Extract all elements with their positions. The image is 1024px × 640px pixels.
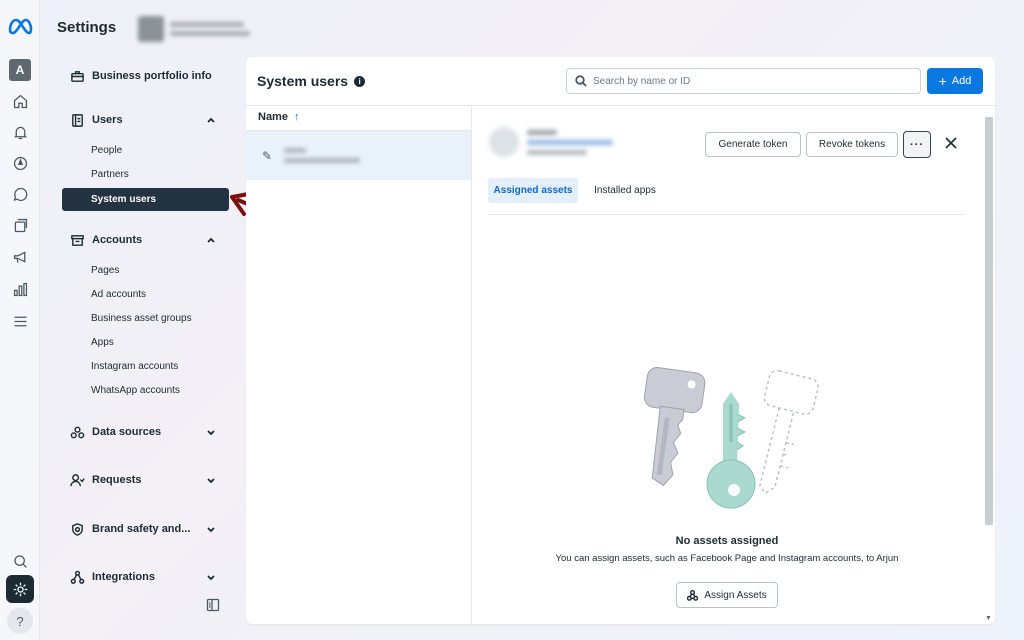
tab-installed-apps[interactable]: Installed apps [586,178,664,203]
nav-label: Data sources [92,426,162,438]
collapse-sidebar-icon[interactable] [206,598,220,612]
business-avatar[interactable]: A [9,59,31,81]
nav-data-sources-section[interactable]: Data sources [62,421,228,443]
scrollbar-thumb[interactable] [985,117,993,525]
compass-icon[interactable] [10,153,30,173]
nav-item-apps[interactable]: Apps [91,337,114,348]
meta-logo-icon[interactable] [7,15,33,37]
briefcase-icon [68,67,86,85]
assign-assets-label: Assign Assets [704,589,767,601]
search-field[interactable] [566,68,921,94]
nav-requests-section[interactable]: Requests [62,469,228,491]
chevron-up-icon [204,233,218,247]
close-icon[interactable] [944,136,958,150]
menu-hamburger-icon[interactable] [10,311,30,331]
nav-item-business-asset-groups[interactable]: Business asset groups [91,313,192,324]
plus-icon: + [938,73,947,89]
nav-label: Users [92,114,123,126]
divider [246,105,995,106]
keys-illustration [643,367,819,509]
search-input[interactable] [593,75,903,87]
empty-state-description: You can assign assets, such as Facebook … [555,553,899,564]
sort-ascending-icon: ↑ [293,111,300,123]
panel-title: System users i [257,73,366,89]
more-options-button[interactable]: ··· [903,131,931,158]
name-column-header[interactable]: Name ↑ [258,111,299,123]
add-label: Add [951,75,972,87]
users-book-icon [68,111,86,129]
redacted-user-details [489,127,613,157]
insights-bar-chart-icon[interactable] [10,279,30,299]
chevron-up-icon [204,113,218,127]
help-button[interactable]: ? [7,608,33,634]
nav-label: Integrations [92,571,155,583]
nav-accounts-section[interactable]: Accounts [62,229,228,251]
icon-rail: A ? [0,0,40,640]
megaphone-ads-icon[interactable] [10,247,30,267]
nav-label: Accounts [92,234,143,246]
tab-assigned-assets[interactable]: Assigned assets [488,178,578,203]
nav-item-partners[interactable]: Partners [91,169,129,180]
column-header-label: Name [258,111,288,123]
system-users-panel: System users i + Add Name ↑ ✎ Generate t… [246,57,995,624]
chevron-down-icon [204,522,218,536]
person-request-icon [68,471,86,489]
search-icon[interactable] [10,551,30,571]
nav-users-section[interactable]: Users [62,109,228,131]
notifications-bell-icon[interactable] [10,122,30,142]
messages-icon[interactable] [10,184,30,204]
nav-item-whatsapp-accounts[interactable]: WhatsApp accounts [91,385,180,396]
shield-icon [68,520,86,538]
settings-gear-icon[interactable] [6,575,34,603]
nav-item-ad-accounts[interactable]: Ad accounts [91,289,146,300]
avatar-letter: A [15,63,25,77]
scroll-down-arrow-icon[interactable]: ▼ [985,615,992,622]
divider [488,214,965,215]
help-label: ? [16,613,24,629]
nav-item-instagram-accounts[interactable]: Instagram accounts [91,361,178,372]
empty-state-title: No assets assigned [675,535,779,547]
archive-box-icon [68,231,86,249]
wrench-icon: ✎ [261,148,273,163]
chevron-down-icon [204,425,218,439]
chevron-down-icon [204,473,218,487]
search-icon [575,75,587,87]
assets-icon [687,589,699,601]
data-sources-icon [68,423,86,441]
nav-item-pages[interactable]: Pages [91,265,119,276]
info-icon[interactable]: i [354,75,366,87]
chevron-down-icon [204,570,218,584]
nav-brand-safety-section[interactable]: Brand safety and... [62,518,228,540]
integrations-icon [68,568,86,586]
nav-label: Brand safety and... [92,523,191,535]
nav-integrations-section[interactable]: Integrations [62,566,228,588]
assign-assets-button[interactable]: Assign Assets [676,582,778,608]
nav-item-people[interactable]: People [91,145,122,156]
add-button[interactable]: + Add [927,68,983,94]
content-pages-icon[interactable] [10,215,30,235]
system-user-row[interactable]: ✎ [246,131,471,180]
business-selector-redacted[interactable] [138,14,250,44]
nav-business-portfolio-info[interactable]: Business portfolio info [62,65,228,87]
generate-token-button[interactable]: Generate token [705,132,801,157]
nav-item-system-users[interactable]: System users [62,188,229,211]
page-title: Settings [57,19,117,36]
revoke-tokens-button[interactable]: Revoke tokens [806,132,898,157]
detail-scrollbar[interactable]: ▼ [983,117,995,624]
panel-title-text: System users [257,73,349,89]
redacted-user-name [284,148,360,163]
nav-label: Business portfolio info [92,70,212,82]
home-icon[interactable] [10,91,30,111]
nav-label: Requests [92,474,142,486]
